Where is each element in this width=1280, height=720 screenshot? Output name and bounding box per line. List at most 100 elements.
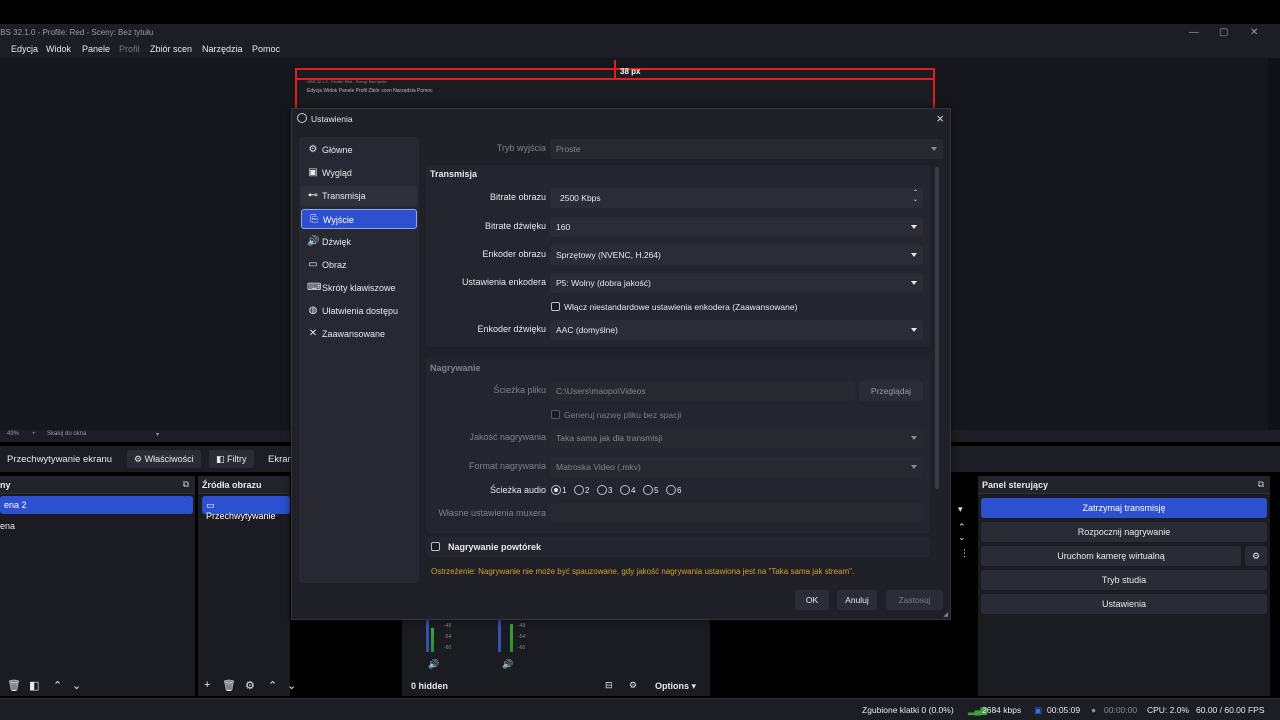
audio-meter [431,628,434,652]
chevron-down-icon [911,436,917,440]
output-icon: ⎘ [310,214,318,225]
remove-scene-icon[interactable]: 🗑 [7,679,21,692]
resize-grip-icon[interactable]: ◢ [943,611,948,618]
encoder-preset-select[interactable]: P5: Wolny (dobra jakość) [550,273,923,293]
layout-icon[interactable]: ⊟ [605,680,613,691]
video-encoder-select[interactable]: Sprzętowy (NVENC, H.264) [550,245,923,265]
maximize-button[interactable]: ▢ [1219,27,1228,38]
mixer-options-button[interactable]: Options ▾ [655,681,696,692]
screen-select-label[interactable]: Ekran [268,454,293,465]
close-icon[interactable]: × [936,111,944,126]
settings-scrollbar[interactable] [935,167,939,489]
studio-mode-button[interactable]: Tryb studia [981,570,1267,590]
scene-filter-icon[interactable]: ◧ [29,679,39,692]
browse-button[interactable]: Przeglądaj [859,381,923,401]
audio-bitrate-label: Bitrate dźwięku [484,221,546,231]
preview-scrollbar[interactable] [1268,58,1280,430]
cpu-usage: CPU: 2.0% [1147,705,1190,715]
nav-appearance[interactable]: ▣ Wygląd [301,163,417,183]
controls-dock-header: Panel sterujący ⧉ [978,476,1270,494]
move-up-icon[interactable]: ⌃ [268,679,277,692]
audio-track-radio[interactable] [574,485,584,495]
meter-tick: -48 [518,623,526,629]
undock-icon[interactable]: ⧉ [183,479,189,490]
more-icon[interactable]: ⋮ [960,548,969,559]
transition-spin-icon[interactable]: ⌄ [958,532,966,543]
replay-buffer-checkbox[interactable] [431,542,440,551]
properties-button[interactable]: ⚙ Właściwości [127,450,201,468]
nav-output[interactable]: ⎘ Wyjście [301,209,417,229]
audio-bitrate-value: 160 [556,222,571,232]
minimize-button[interactable]: — [1189,27,1199,38]
move-down-icon[interactable]: ⌄ [287,679,296,692]
menu-profile[interactable]: Profil [119,44,140,54]
menu-help[interactable]: Pomoc [252,44,280,54]
source-item[interactable]: ▭ Przechwytywanie [202,496,290,521]
add-source-icon[interactable]: + [204,679,210,691]
audio-track-radio[interactable] [597,485,607,495]
audio-track-radio[interactable] [620,485,630,495]
window-title: OBS 32.1.0 - Profile: Red - Sceny: Bez t… [0,28,154,37]
scene-item[interactable]: ena [0,521,15,531]
scene-item[interactable]: ena 2 [0,496,193,514]
no-spaces-label[interactable]: Generuj nazwę pliku bez spacji [564,410,681,420]
audio-encoder-select[interactable]: AAC (domyślne) [550,320,923,340]
recording-path-input[interactable]: C:\Users\maopo\Videos [550,381,855,401]
spin-arrows-icon[interactable]: ⌃ ⌄ [913,190,918,204]
nav-hotkeys[interactable]: ⌨ Skróty klawiszowe [301,278,417,298]
chevron-down-icon [911,281,917,285]
move-up-icon[interactable]: ⌃ [53,679,62,692]
audio-track-radio[interactable] [643,485,653,495]
zoom-plus-icon[interactable]: + [32,431,36,437]
transition-dropdown-icon[interactable]: ▾ [958,504,963,515]
close-window-button[interactable]: ✕ [1250,27,1258,38]
nav-advanced[interactable]: ✕ Zaawansowane [301,324,417,344]
nav-video[interactable]: ▭ Obraz [301,255,417,275]
cancel-button[interactable]: Anuluj [837,590,877,610]
audio-track-radio[interactable] [666,485,676,495]
nav-accessibility[interactable]: ◍ Ułatwienia dostępu [301,301,417,321]
menu-view[interactable]: Widok [46,44,71,54]
stop-streaming-button[interactable]: Zatrzymaj transmisję [981,498,1267,518]
undock-icon[interactable]: ⧉ [1258,479,1264,490]
menu-edit[interactable]: Edycja [11,44,38,54]
nav-label: Obraz [322,260,347,270]
custom-encoder-label[interactable]: Włącz niestandardowe ustawienia enkodera… [564,302,797,312]
speaker-icon[interactable]: 🔊 [428,659,439,670]
menu-docks[interactable]: Panele [82,44,110,54]
menu-tools[interactable]: Narzędzia [202,44,243,54]
filters-button[interactable]: ◧ Filtry [209,450,254,468]
no-spaces-checkbox[interactable] [551,410,560,419]
mixer-settings-icon[interactable]: ⚙ [629,680,637,691]
source-settings-icon[interactable]: ⚙ [245,679,255,692]
replay-buffer-label[interactable]: Nagrywanie powtórek [448,542,541,552]
start-virtual-camera-button[interactable]: Uruchom kamerę wirtualną [981,546,1241,566]
audio-bitrate-select[interactable]: 160 [550,217,923,237]
start-recording-button[interactable]: Rozpocznij nagrywanie [981,522,1267,542]
scale-dropdown-icon[interactable]: ▾ [156,431,159,438]
nav-audio[interactable]: 🔊 Dźwięk [301,232,417,252]
guide-line [295,78,935,80]
virtual-camera-settings-icon[interactable]: ⚙ [1245,546,1267,566]
settings-content: Tryb wyjścia Proste Transmisja Bitrate o… [426,137,944,583]
remove-source-icon[interactable]: 🗑 [222,679,236,692]
menu-scene-collection[interactable]: Zbiór scen [150,44,192,54]
move-down-icon[interactable]: ⌄ [72,679,81,692]
muxer-settings-input[interactable] [550,503,923,523]
audio-track-label: Ścieżka audio [489,485,546,495]
output-mode-select[interactable]: Proste [550,139,943,159]
nav-general[interactable]: ⚙ Główne [301,140,417,160]
speaker-icon[interactable]: 🔊 [502,659,513,670]
encoder-preset-value: P5: Wolny (dobra jakość) [556,278,651,288]
recording-format-select[interactable]: Matroska Video (.mkv) [550,457,923,477]
ok-button[interactable]: OK [795,590,829,610]
recording-path-value: C:\Users\maopo\Videos [556,386,646,396]
recording-quality-select[interactable]: Taka sama jak dla transmisji [550,428,923,448]
video-bitrate-spinbox[interactable]: 2500 Kbps ⌃ ⌄ [550,188,923,208]
scale-mode-select[interactable]: Skaluj do okna [47,431,86,437]
settings-button[interactable]: Ustawienia [981,594,1267,614]
apply-button[interactable]: Zastosuj [886,590,943,610]
custom-encoder-checkbox[interactable] [551,302,560,311]
audio-track-radio[interactable] [551,485,561,495]
nav-stream[interactable]: ⊷ Transmisja [301,186,417,206]
